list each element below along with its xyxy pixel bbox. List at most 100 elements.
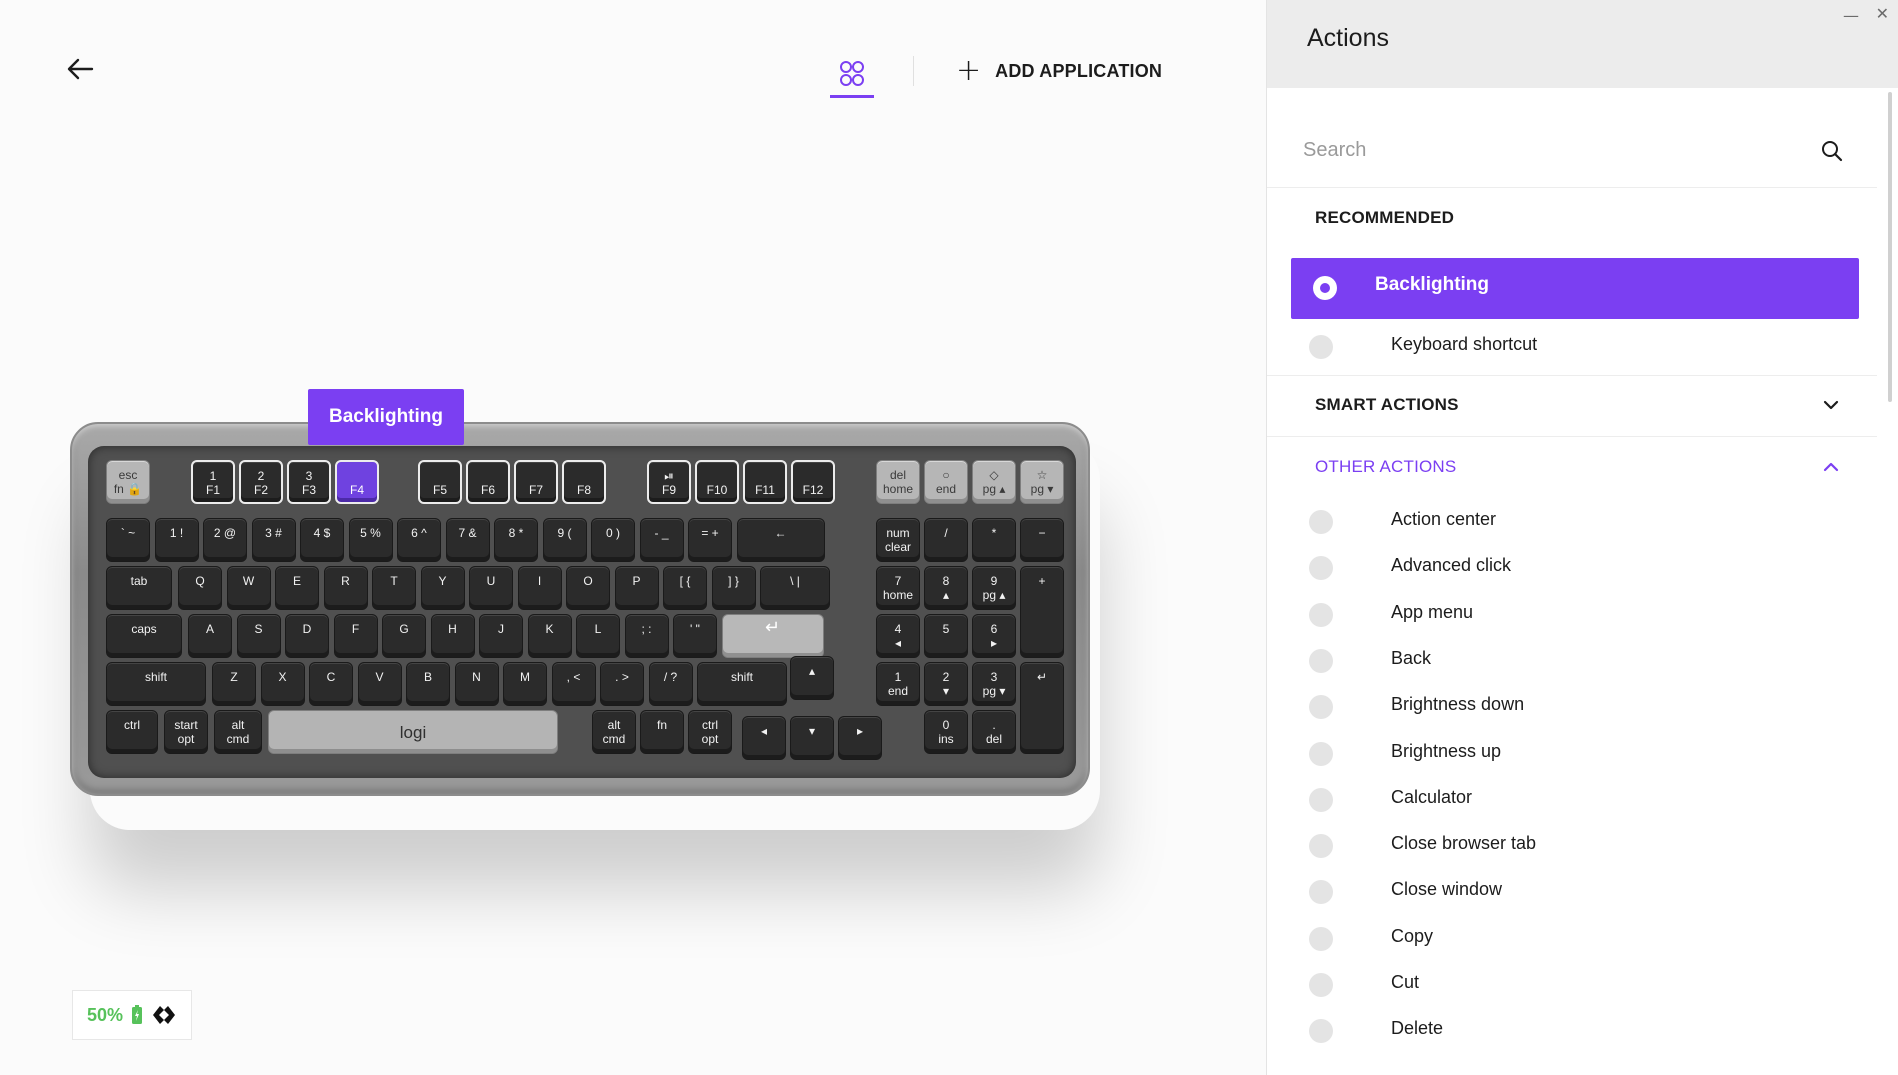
key[interactable]: 3 F3 — [287, 460, 331, 504]
key[interactable]: ctrl — [106, 710, 158, 754]
key[interactable]: V — [357, 662, 402, 706]
key[interactable]: − — [1020, 518, 1064, 562]
back-button[interactable] — [62, 54, 98, 84]
key[interactable]: F5 — [418, 460, 462, 504]
key[interactable]: * — [972, 518, 1016, 562]
key[interactable]: 0 ) — [591, 518, 635, 562]
key[interactable]: 5 — [924, 614, 968, 658]
key[interactable]: shift — [697, 662, 787, 706]
key[interactable]: N — [454, 662, 499, 706]
key[interactable]: 3 pg ▾ — [972, 662, 1016, 706]
key[interactable]: 8 * — [494, 518, 538, 562]
action-option[interactable]: Cut — [1309, 967, 1849, 1003]
key[interactable]: ◂ — [742, 716, 786, 760]
key[interactable]: F12 — [791, 460, 835, 504]
key[interactable]: logi — [268, 710, 558, 754]
key[interactable]: 8 ▴ — [924, 566, 968, 610]
action-option[interactable]: Back — [1309, 643, 1849, 679]
key[interactable]: T — [372, 566, 416, 610]
chevron-down-icon[interactable] — [1822, 398, 1840, 412]
key[interactable]: X — [260, 662, 305, 706]
key[interactable]: ` ~ — [106, 518, 150, 562]
key[interactable]: 9 ( — [542, 518, 587, 562]
action-option[interactable]: App menu — [1309, 597, 1849, 633]
key[interactable]: + — [1020, 566, 1064, 658]
key[interactable]: 7 & — [445, 518, 490, 562]
key[interactable]: Z — [212, 662, 256, 706]
key[interactable]: ; : — [624, 614, 669, 658]
key[interactable]: P — [614, 566, 659, 610]
action-option[interactable]: Action center — [1309, 504, 1849, 540]
key[interactable]: . del — [972, 710, 1016, 754]
key[interactable]: B — [406, 662, 450, 706]
action-option[interactable]: Brightness up — [1309, 736, 1849, 772]
key[interactable]: ▴ — [790, 656, 834, 700]
key[interactable]: tab — [106, 566, 172, 610]
key[interactable]: H — [430, 614, 475, 658]
key[interactable]: ▸ — [838, 716, 882, 760]
add-application-button[interactable]: + ADD APPLICATION — [956, 56, 1162, 86]
other-actions-header[interactable]: OTHER ACTIONS — [1315, 457, 1456, 477]
action-option[interactable]: Close window — [1309, 874, 1849, 910]
key[interactable]: ☆ pg ▾ — [1020, 460, 1064, 504]
key[interactable]: F11 — [743, 460, 787, 504]
key[interactable]: 4 $ — [300, 518, 344, 562]
key[interactable]: ] } — [711, 566, 756, 610]
action-option[interactable]: Copy — [1309, 921, 1849, 957]
minimize-button[interactable]: — — [1843, 6, 1859, 25]
key[interactable]: del home — [876, 460, 920, 504]
key[interactable]: O — [566, 566, 610, 610]
key[interactable]: C — [309, 662, 353, 706]
search-input[interactable] — [1303, 132, 1803, 168]
key[interactable]: 0 ins — [924, 710, 968, 754]
key[interactable]: alt cmd — [214, 710, 262, 754]
key[interactable]: caps — [106, 614, 182, 658]
key[interactable]: F8 — [562, 460, 606, 504]
key[interactable]: 6 ▸ — [972, 614, 1016, 658]
chevron-up-icon[interactable] — [1822, 460, 1840, 474]
key[interactable]: 5 % — [348, 518, 393, 562]
key[interactable]: num clear — [876, 518, 920, 562]
action-option[interactable]: Delete — [1309, 1013, 1849, 1049]
key[interactable]: 1 ! — [154, 518, 199, 562]
key[interactable]: ◇ pg ▴ — [972, 460, 1016, 504]
action-option[interactable]: Advanced click — [1309, 550, 1849, 586]
key[interactable]: A — [188, 614, 232, 658]
action-option-keyboard-shortcut[interactable]: Keyboard shortcut — [1309, 329, 1849, 365]
key[interactable]: 2 ▾ — [924, 662, 968, 706]
key[interactable]: [ { — [663, 566, 707, 610]
key[interactable]: E — [275, 566, 319, 610]
close-button[interactable]: ✕ — [1876, 4, 1889, 23]
key[interactable]: esc fn 🔒 — [106, 460, 150, 504]
key[interactable]: 1 F1 — [191, 460, 235, 504]
key[interactable]: 1 end — [876, 662, 920, 706]
key[interactable]: ▾ — [790, 716, 834, 760]
key[interactable]: F10 — [695, 460, 739, 504]
key[interactable]: . > — [600, 662, 644, 706]
key[interactable]: L — [576, 614, 620, 658]
key[interactable]: alt cmd — [592, 710, 636, 754]
key[interactable]: 6 ^ — [397, 518, 441, 562]
key[interactable]: 3 # — [251, 518, 296, 562]
action-option[interactable]: Brightness down — [1309, 689, 1849, 725]
key[interactable]: F7 — [514, 460, 558, 504]
key[interactable]: ← — [736, 518, 825, 562]
key[interactable]: W — [226, 566, 271, 610]
key[interactable]: ↵ — [1020, 662, 1064, 754]
smart-actions-header[interactable]: SMART ACTIONS — [1315, 395, 1459, 415]
key[interactable]: 7 home — [876, 566, 920, 610]
key[interactable]: F — [333, 614, 378, 658]
key[interactable]: 4 ◂ — [876, 614, 920, 658]
key[interactable]: 2 @ — [203, 518, 247, 562]
key[interactable]: R — [323, 566, 368, 610]
key[interactable]: / ? — [648, 662, 693, 706]
key[interactable]: shift — [106, 662, 206, 706]
key[interactable]: ↵ — [721, 614, 824, 658]
key[interactable]: ○ end — [924, 460, 968, 504]
key[interactable]: K — [527, 614, 572, 658]
key[interactable]: = + — [688, 518, 732, 562]
key[interactable]: S — [236, 614, 281, 658]
action-option[interactable]: Close browser tab — [1309, 828, 1849, 864]
key[interactable]: Y — [420, 566, 465, 610]
key[interactable]: F6 — [466, 460, 510, 504]
